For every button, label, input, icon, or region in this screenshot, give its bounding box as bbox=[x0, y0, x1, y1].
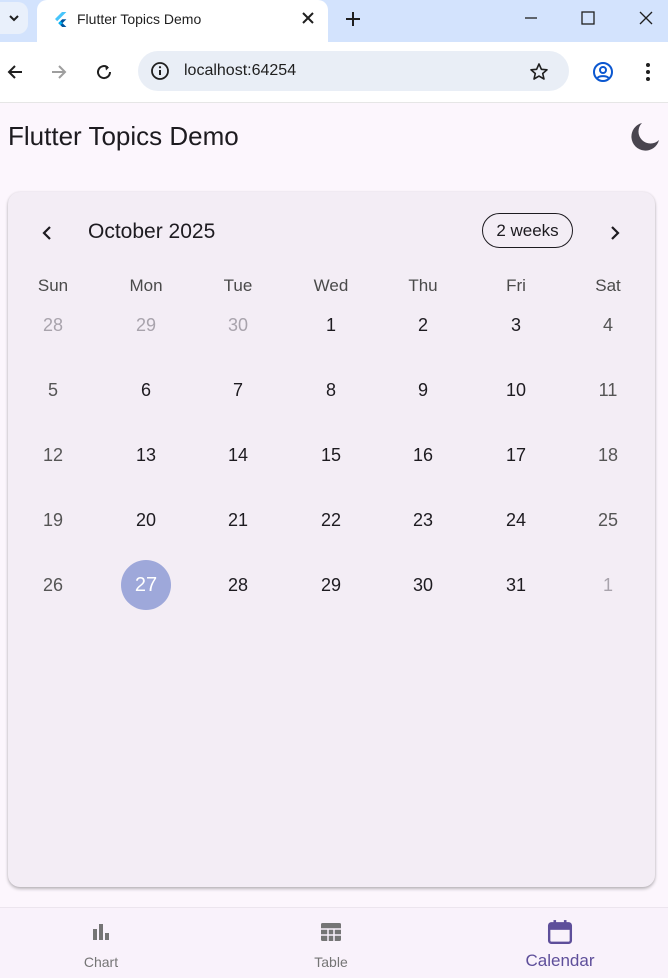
minimize-button[interactable] bbox=[516, 4, 546, 32]
theme-toggle-button[interactable] bbox=[626, 118, 664, 156]
chevron-left-icon bbox=[42, 226, 51, 240]
calendar-day[interactable]: 20 bbox=[121, 495, 171, 545]
reload-icon bbox=[97, 65, 112, 80]
window-close-button[interactable] bbox=[631, 4, 661, 32]
calendar-day[interactable]: 15 bbox=[306, 430, 356, 480]
nav-item-table[interactable]: Table bbox=[271, 908, 391, 978]
calendar-day[interactable]: 8 bbox=[306, 365, 356, 415]
bottom-navigation-bar: Chart Table Calendar bbox=[0, 907, 668, 978]
calendar-day[interactable]: 17 bbox=[491, 430, 541, 480]
calendar-day[interactable]: 11 bbox=[583, 365, 633, 415]
browser-menu-button[interactable] bbox=[636, 57, 660, 87]
calendar-week: 26 27 28 29 30 31 1 bbox=[8, 552, 655, 617]
calendar-day[interactable]: 1 bbox=[583, 560, 633, 610]
chevron-right-icon bbox=[611, 226, 620, 240]
tab-close-button[interactable] bbox=[298, 8, 318, 28]
nav-item-chart[interactable]: Chart bbox=[41, 908, 161, 978]
close-icon bbox=[302, 12, 314, 24]
calendar-day[interactable]: 14 bbox=[213, 430, 263, 480]
calendar-day[interactable]: 26 bbox=[28, 560, 78, 610]
calendar-day[interactable]: 19 bbox=[28, 495, 78, 545]
calendar-day-selected[interactable]: 27 bbox=[121, 560, 171, 610]
account-icon bbox=[593, 62, 613, 82]
nav-label: Chart bbox=[83, 954, 119, 970]
site-info-icon[interactable] bbox=[150, 61, 170, 81]
calendar-icon bbox=[547, 920, 573, 945]
nav-item-calendar[interactable]: Calendar bbox=[500, 908, 620, 978]
calendar-day[interactable]: 31 bbox=[491, 560, 541, 610]
calendar-day[interactable]: 6 bbox=[121, 365, 171, 415]
nav-label: Calendar bbox=[525, 951, 595, 970]
calendar-format-button[interactable]: 2 weeks bbox=[482, 213, 573, 248]
more-vert-icon bbox=[646, 63, 650, 81]
tab-search-button[interactable] bbox=[0, 2, 28, 34]
calendar-week: 12 13 14 15 16 17 18 bbox=[8, 422, 655, 487]
forward-button[interactable] bbox=[44, 57, 74, 87]
dark-mode-icon bbox=[631, 123, 659, 151]
flutter-logo-icon bbox=[55, 12, 67, 27]
calendar-day[interactable]: 28 bbox=[213, 560, 263, 610]
close-icon bbox=[639, 11, 653, 25]
next-month-button[interactable] bbox=[600, 218, 630, 248]
bar-chart-icon bbox=[93, 924, 109, 940]
calendar-day[interactable]: 3 bbox=[491, 300, 541, 350]
calendar-day[interactable]: 13 bbox=[121, 430, 171, 480]
calendar-month-label: October 2025 bbox=[88, 220, 216, 243]
calendar-day[interactable]: 12 bbox=[28, 430, 78, 480]
star-icon bbox=[530, 63, 548, 80]
address-bar[interactable]: localhost:64254 bbox=[138, 51, 569, 91]
calendar-day[interactable]: 5 bbox=[28, 365, 78, 415]
browser-tab[interactable]: Flutter Topics Demo bbox=[37, 0, 328, 42]
calendar-day[interactable]: 23 bbox=[398, 495, 448, 545]
chevron-down-icon bbox=[9, 15, 19, 22]
profile-button[interactable] bbox=[588, 57, 618, 87]
maximize-icon bbox=[581, 11, 595, 25]
calendar-card: October 2025 2 weeks Sun Mon Tue Wed Thu… bbox=[8, 192, 655, 887]
plus-icon bbox=[346, 12, 360, 26]
calendar-day[interactable]: 1 bbox=[306, 300, 356, 350]
calendar-week: 5 6 7 8 9 10 11 bbox=[8, 357, 655, 422]
maximize-button[interactable] bbox=[573, 4, 603, 32]
browser-toolbar: localhost:64254 bbox=[0, 42, 668, 103]
calendar-week: 28 29 30 1 2 3 4 bbox=[8, 292, 655, 357]
url-text[interactable]: localhost:64254 bbox=[184, 62, 296, 80]
arrow-right-icon bbox=[52, 65, 67, 79]
calendar-day[interactable]: 30 bbox=[398, 560, 448, 610]
calendar-week: 19 20 21 22 23 24 25 bbox=[8, 487, 655, 552]
previous-month-button[interactable] bbox=[32, 218, 62, 248]
page-title: Flutter Topics Demo bbox=[8, 121, 239, 151]
calendar-day[interactable]: 30 bbox=[213, 300, 263, 350]
back-button[interactable] bbox=[0, 57, 30, 87]
calendar-day[interactable]: 25 bbox=[583, 495, 633, 545]
calendar-day[interactable]: 10 bbox=[491, 365, 541, 415]
browser-tabstrip: Flutter Topics Demo bbox=[0, 0, 668, 42]
calendar-day[interactable]: 2 bbox=[398, 300, 448, 350]
reload-button[interactable] bbox=[89, 57, 119, 87]
minimize-icon bbox=[525, 17, 537, 19]
nav-label: Table bbox=[314, 954, 348, 970]
new-tab-button[interactable] bbox=[340, 6, 366, 32]
app-bar: Flutter Topics Demo bbox=[0, 102, 668, 172]
calendar-day[interactable]: 29 bbox=[121, 300, 171, 350]
calendar-day[interactable]: 29 bbox=[306, 560, 356, 610]
calendar-day[interactable]: 4 bbox=[583, 300, 633, 350]
bookmark-button[interactable] bbox=[526, 59, 552, 85]
table-icon bbox=[321, 923, 341, 941]
calendar-day[interactable]: 18 bbox=[583, 430, 633, 480]
calendar-day[interactable]: 7 bbox=[213, 365, 263, 415]
arrow-left-icon bbox=[7, 65, 22, 79]
calendar-day[interactable]: 16 bbox=[398, 430, 448, 480]
calendar-day[interactable]: 24 bbox=[491, 495, 541, 545]
calendar-day[interactable]: 9 bbox=[398, 365, 448, 415]
calendar-day[interactable]: 21 bbox=[213, 495, 263, 545]
calendar-day[interactable]: 28 bbox=[28, 300, 78, 350]
calendar-day[interactable]: 22 bbox=[306, 495, 356, 545]
tab-title: Flutter Topics Demo bbox=[77, 11, 202, 27]
